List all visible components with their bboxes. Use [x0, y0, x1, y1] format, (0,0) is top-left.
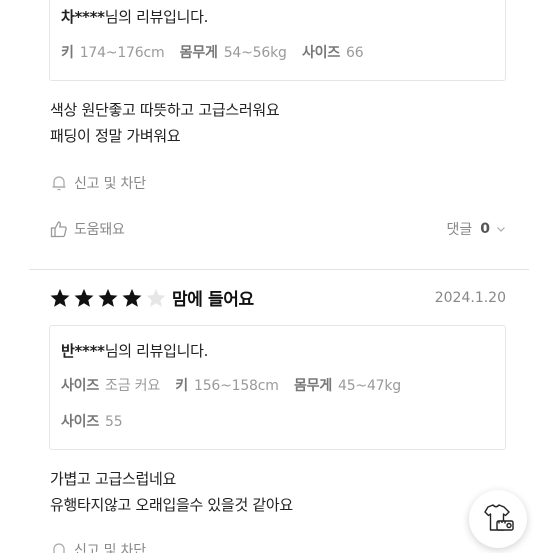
chevron-down-icon [497, 227, 505, 232]
thumbs-up-icon [50, 221, 67, 238]
comments-label: 댓글 [446, 222, 473, 238]
rating-row: 맘에 들어요 [49, 285, 254, 310]
rating-text: 맘에 들어요 [172, 290, 254, 310]
review-date: 2024.1.20 [434, 290, 506, 306]
spec-key: 키 [175, 378, 188, 394]
reviewer-line: 반****님의 리뷰입니다. [61, 340, 208, 361]
spec-value: 55 [105, 414, 123, 430]
review-body: 가볍고 고급스럽네요 유행타지않고 오래입을수 있을것 같아요 [50, 466, 293, 518]
star-filled-icon [50, 288, 70, 307]
report-label: 신고 및 차단 [74, 543, 146, 553]
review-body-line: 유행타지않고 오래입을수 있을것 같아요 [50, 496, 293, 514]
reviewer-specs: 키 174~176cm 몸무게 54~56kg 사이즈 66 [61, 42, 374, 62]
reviewer-suffix: 님의 리뷰입니다. [104, 8, 209, 26]
review-body-line: 패딩이 정말 가벼워요 [50, 127, 181, 145]
spec-key: 키 [61, 45, 74, 61]
spec-value: 45~47kg [338, 378, 401, 394]
size-guide-fab[interactable] [469, 490, 527, 548]
star-filled-icon [74, 288, 94, 307]
star-filled-icon [122, 288, 142, 307]
spec-key: 사이즈 [301, 45, 340, 61]
spec-value: 54~56kg [223, 45, 287, 61]
reviewer-name: 반**** [61, 342, 105, 360]
review-body-line: 색상 원단좋고 따뜻하고 고급스러워요 [50, 101, 280, 119]
spec-key: 몸무게 [293, 378, 333, 394]
star-empty-icon [146, 288, 166, 307]
review-specs-card: 차****님의 리뷰입니다. 키 174~176cm 몸무게 54~56kg 사이즈… [49, 0, 506, 81]
star-rating [49, 287, 169, 309]
comments-toggle[interactable]: 댓글 0 [446, 219, 506, 239]
reviewer-specs-row2: 사이즈 55 [61, 411, 133, 431]
review-specs-card: 반****님의 리뷰입니다. 사이즈 조금 커요 키 156~158cm 몸무게 45… [49, 325, 506, 450]
spec-value: 66 [346, 45, 364, 61]
review-body: 색상 원단좋고 따뜻하고 고급스러워요 패딩이 정말 가벼워요 [50, 97, 280, 149]
comments-count: 0 [480, 221, 490, 237]
report-block-button[interactable]: 신고 및 차단 [50, 540, 146, 553]
reviewer-suffix: 님의 리뷰입니다. [104, 342, 209, 360]
spec-key: 몸무게 [179, 45, 218, 61]
reviewer-name: 차**** [61, 8, 105, 26]
spec-value: 조금 커요 [105, 378, 161, 394]
spec-value: 156~158cm [193, 378, 279, 394]
review-body-line: 가볍고 고급스럽네요 [50, 470, 176, 488]
spec-value: 174~176cm [79, 45, 165, 61]
reviewer-specs: 사이즈 조금 커요 키 156~158cm 몸무게 45~47kg [61, 375, 412, 395]
spec-key: 사이즈 [61, 414, 100, 430]
star-filled-icon [98, 288, 118, 307]
bell-icon [52, 176, 66, 191]
tshirt-tape-icon [484, 504, 514, 531]
helpful-label: 도움돼요 [74, 222, 125, 238]
report-label: 신고 및 차단 [74, 176, 146, 192]
bell-icon [53, 543, 65, 553]
spec-key: 사이즈 [61, 378, 100, 394]
review-divider [29, 269, 529, 270]
report-block-button[interactable]: 신고 및 차단 [50, 173, 146, 193]
reviewer-line: 차****님의 리뷰입니다. [61, 6, 208, 27]
helpful-button[interactable]: 도움돼요 [50, 219, 125, 239]
